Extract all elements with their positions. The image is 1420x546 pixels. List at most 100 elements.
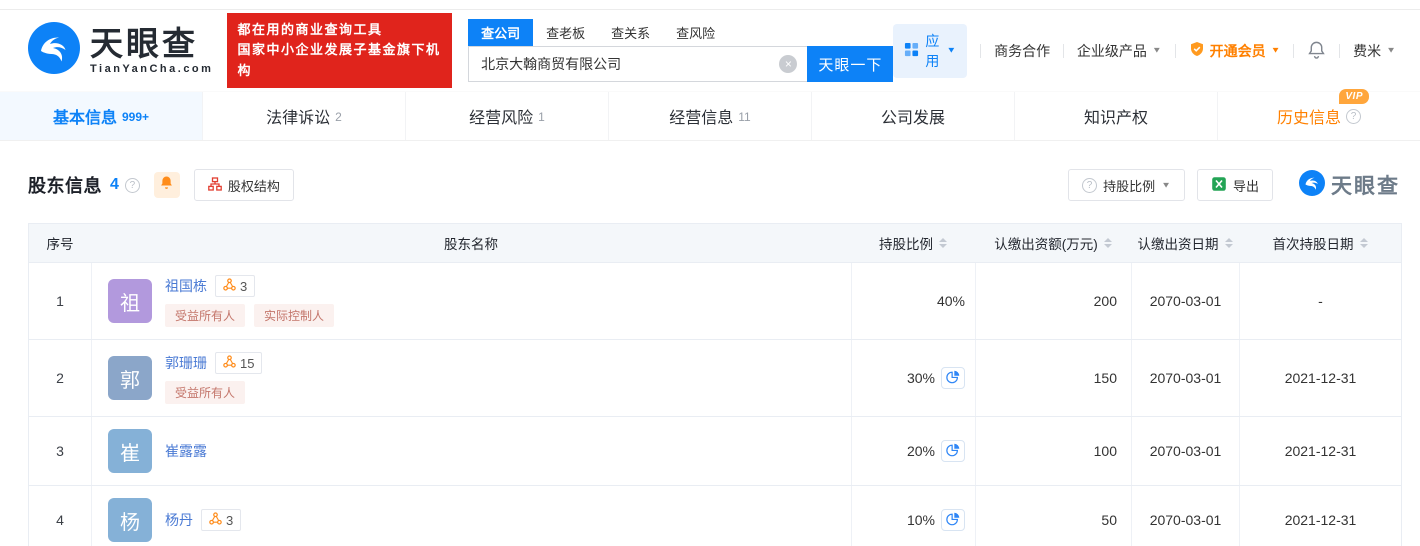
equity-structure-label: 股权结构: [227, 178, 280, 194]
name-line: 杨丹 3: [165, 509, 242, 531]
nav-tab-label: 知识产权: [1083, 110, 1148, 127]
first-holding-date: 2021-12-31: [1239, 417, 1401, 485]
nav-tab[interactable]: 经营信息 11: [609, 92, 812, 140]
nav-tab-label: 公司发展: [880, 110, 945, 127]
apps-menu-button[interactable]: 应用 ▼: [893, 23, 968, 78]
nav-tab-labelwrap: 经营信息: [669, 104, 733, 128]
column-header-label: 认缴出资日期: [1137, 237, 1219, 252]
nav-divider: [1293, 43, 1295, 58]
name-block: 杨丹 3: [165, 509, 242, 531]
tianyancha-logo[interactable]: 天眼查 TianYanCha.com: [28, 22, 213, 79]
excel-icon: [1211, 176, 1227, 195]
search-tab[interactable]: 查公司: [468, 19, 534, 46]
ratio-value: 40%: [936, 293, 965, 309]
row-index: 4: [56, 512, 64, 528]
shareholder-cell: 杨杨丹 3: [91, 486, 851, 546]
caret-down-icon: ▼: [1386, 46, 1396, 55]
column-header[interactable]: 首次持股日期: [1239, 224, 1401, 262]
user-menu[interactable]: 费米 ▼: [1353, 41, 1396, 61]
shareholder-name-link[interactable]: 郭珊珊: [165, 353, 207, 373]
help-icon: ?: [1082, 177, 1098, 193]
nav-tab[interactable]: 知识产权: [1015, 92, 1218, 140]
ratio-cell: 40%: [851, 263, 975, 339]
search-area: 查公司查老板查关系查风险 × 天眼一下: [468, 19, 894, 82]
nav-tab[interactable]: 公司发展: [812, 92, 1015, 140]
export-button[interactable]: 导出: [1196, 169, 1273, 201]
search-tab[interactable]: 查老板: [533, 19, 598, 46]
avatar[interactable]: 祖: [108, 279, 152, 323]
name-line: 崔露露: [165, 441, 207, 461]
nav-divider: [1339, 43, 1341, 58]
window-top-divider: [0, 0, 1420, 10]
nav-tab-labelwrap: 基本信息: [53, 104, 117, 128]
equity-link-badge[interactable]: 3: [201, 509, 242, 531]
column-header[interactable]: 持股比例: [851, 224, 975, 262]
site-header: 天眼查 TianYanCha.com 都在用的商业查询工具 国家中小企业发展子基…: [0, 10, 1420, 91]
avatar[interactable]: 崔: [108, 429, 152, 473]
pie-chart-button[interactable]: [941, 440, 965, 462]
help-icon[interactable]: ?: [124, 177, 140, 193]
name-block: 祖国栋 3 受益所有人 实际控制人: [165, 275, 335, 327]
nav-tab[interactable]: 基本信息 999+: [0, 92, 203, 140]
table-row: 3 崔崔露露 20% 100 2070-03-01 2021-12-31: [29, 416, 1401, 485]
equity-link-badge[interactable]: 3: [215, 275, 256, 297]
top-nav: 应用 ▼ 商务合作 企业级产品 ▼ 开通会员 ▼ 费米 ▼: [893, 23, 1396, 78]
ratio-filter-dropdown[interactable]: ? 持股比例 ▼: [1068, 169, 1185, 201]
nav-item-enterprise[interactable]: 企业级产品 ▼: [1077, 41, 1162, 61]
table-row: 1 祖祖国栋 3 受益所有人 实际控制人 40% 200 2070-03-01-: [29, 262, 1401, 339]
first-holding-date: 2021-12-31: [1239, 486, 1401, 546]
search-tab[interactable]: 查关系: [598, 19, 663, 46]
shareholder-name-link[interactable]: 杨丹: [165, 510, 193, 530]
nav-tab[interactable]: 法律诉讼 2: [203, 92, 406, 140]
subscribed-amount: 200: [975, 263, 1131, 339]
monitor-bell-button[interactable]: [153, 172, 180, 198]
column-header-label: 首次持股日期: [1272, 237, 1354, 252]
nav-item-enterprise-label: 企业级产品: [1076, 42, 1147, 59]
search-button[interactable]: 天眼一下: [807, 46, 894, 82]
notifications-bell-button[interactable]: [1307, 40, 1326, 62]
user-name-label: 费米: [1353, 42, 1382, 59]
nav-tab[interactable]: 历史信息 VIP?: [1218, 89, 1420, 140]
ratio-cell: 10%: [851, 486, 975, 546]
search-input[interactable]: [468, 46, 808, 82]
nav-tab[interactable]: 经营风险 1: [406, 92, 609, 140]
nav-tab-labelwrap: 历史信息 VIP: [1277, 89, 1369, 128]
nav-tab-count: 999+: [121, 110, 150, 124]
search-tab[interactable]: 查风险: [663, 19, 728, 46]
avatar[interactable]: 杨: [108, 498, 152, 542]
pie-chart-icon: [946, 370, 960, 387]
row-index: 1: [56, 293, 64, 309]
vip-shield-icon: [1189, 41, 1205, 60]
watermark-label: 天眼查: [1331, 175, 1400, 198]
apps-menu-label: 应用: [925, 32, 940, 69]
column-header: 股东名称: [91, 224, 851, 262]
first-holding-date: 2021-12-31: [1239, 340, 1401, 416]
pie-chart-button[interactable]: [941, 367, 965, 389]
equity-link-badge[interactable]: 15: [215, 352, 263, 374]
shareholder-name-link[interactable]: 崔露露: [165, 441, 207, 461]
role-tag[interactable]: 实际控制人: [254, 304, 335, 327]
shareholder-name-link[interactable]: 祖国栋: [165, 276, 207, 296]
role-tag[interactable]: 受益所有人: [165, 381, 246, 404]
table-body: 1 祖祖国栋 3 受益所有人 实际控制人 40% 200 2070-03-01-2 郭郭珊珊 15…: [29, 262, 1401, 546]
nav-tab-count: 11: [738, 110, 751, 124]
pie-chart-button[interactable]: [941, 509, 965, 531]
help-icon: ?: [1346, 108, 1361, 124]
equity-link-count: 3: [240, 278, 248, 294]
subscribed-amount: 100: [975, 417, 1131, 485]
nav-tab-labelwrap: 法律诉讼: [266, 104, 330, 128]
search-tabs: 查公司 查老板 查关系 查风险: [468, 19, 893, 46]
export-label: 导出: [1232, 178, 1259, 194]
role-tag[interactable]: 受益所有人: [165, 304, 246, 327]
table-header: 序号 股东名称 持股比例 认缴出资额(万元) 认缴出资日期 首次持股日期: [29, 224, 1401, 262]
equity-link-count: 3: [226, 512, 234, 528]
ratio-value: 10%: [906, 512, 935, 528]
nav-tab-labelwrap: 知识产权: [1084, 104, 1148, 128]
avatar[interactable]: 郭: [108, 356, 152, 400]
column-header[interactable]: 认缴出资额(万元): [975, 224, 1131, 262]
equity-structure-button[interactable]: 股权结构: [193, 169, 294, 201]
column-header[interactable]: 认缴出资日期: [1131, 224, 1239, 262]
nav-tab-label: 基本信息: [52, 110, 117, 127]
nav-item-cooperation[interactable]: 商务合作: [994, 41, 1050, 61]
open-vip-button[interactable]: 开通会员 ▼: [1189, 41, 1280, 61]
